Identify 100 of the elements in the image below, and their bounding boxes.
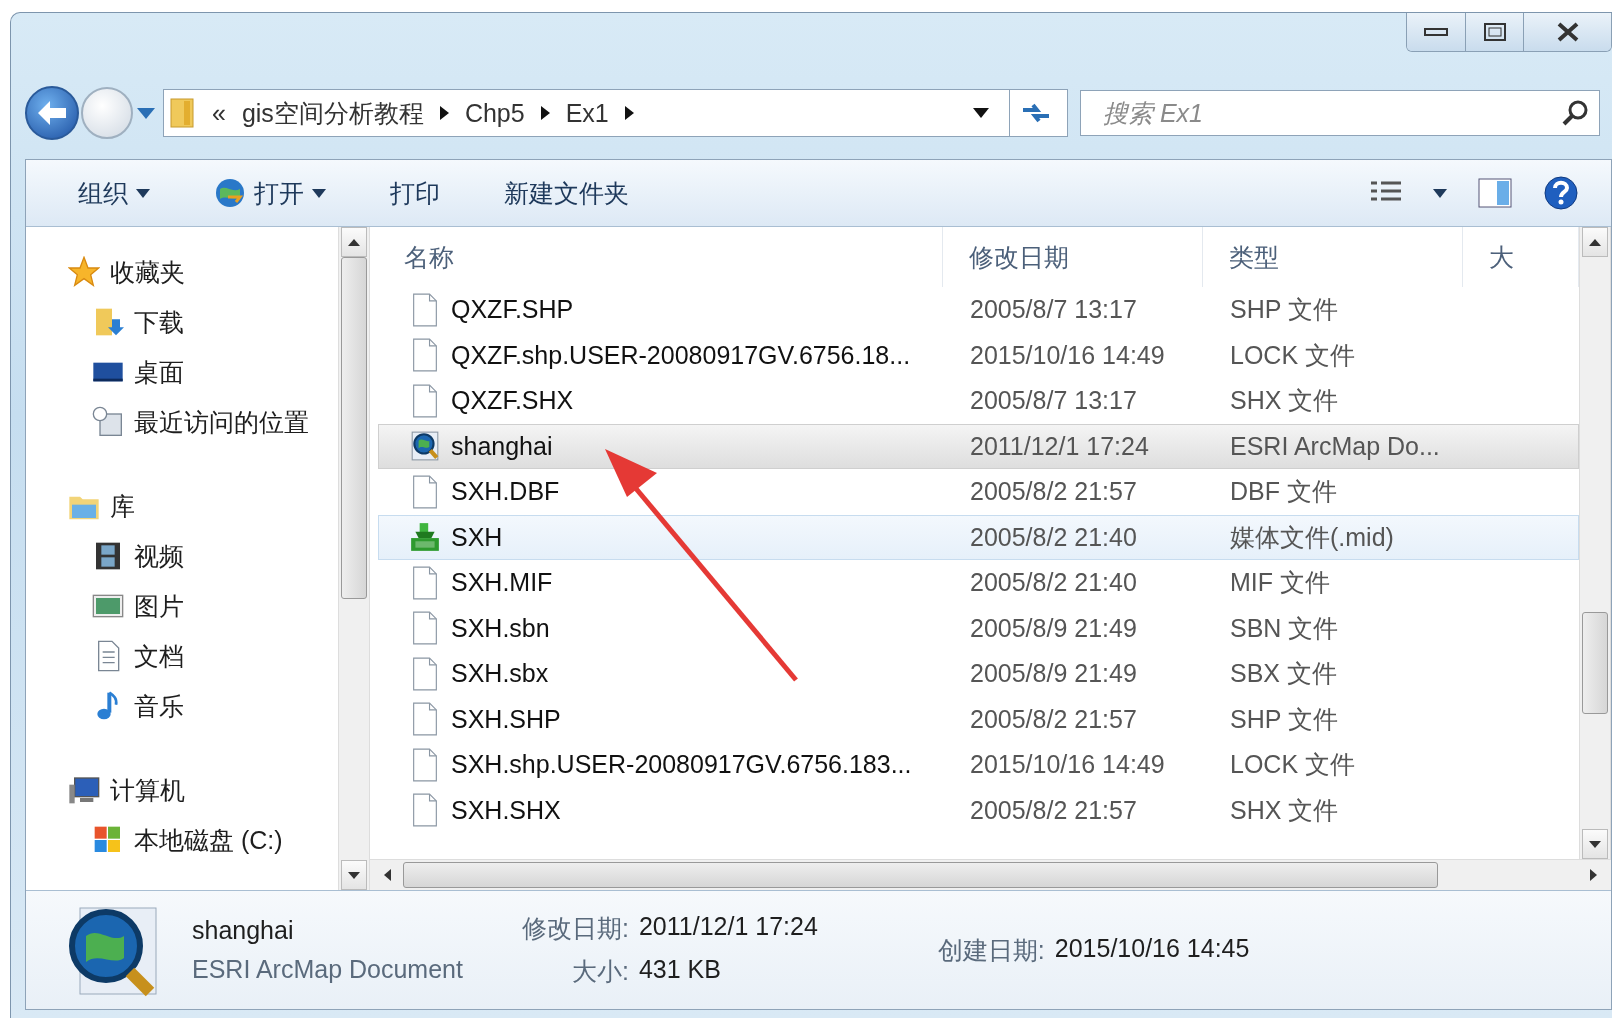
column-header[interactable]: 类型 xyxy=(1203,227,1463,287)
nav-item[interactable]: 最近访问的位置 xyxy=(92,397,338,447)
detail-value: 2015/10/16 14:45 xyxy=(1054,933,1250,964)
caret-right-icon xyxy=(1590,869,1597,881)
file-row[interactable]: SXH.SHP 2005/8/2 21:57 SHP 文件 xyxy=(378,696,1579,742)
search-field[interactable]: 搜索 Ex1 xyxy=(1101,97,1561,129)
back-arrow-icon xyxy=(37,100,67,126)
table-cell-text: 媒体文件(.mid) xyxy=(1229,521,1395,553)
nav-item[interactable]: 收藏夹 xyxy=(68,247,185,297)
table-cell-text: DBF 文件 xyxy=(1229,476,1338,508)
file-row[interactable]: SXH.shp.USER-20080917GV.6756.183... 2015/10/16 14:49 LOCK 文件 xyxy=(378,742,1579,788)
nav-item[interactable]: 本地磁盘 (C:) xyxy=(92,815,338,865)
maximize-button[interactable] xyxy=(1465,13,1523,51)
table-cell-text: 2005/8/7 13:17 xyxy=(969,386,1138,416)
file-row[interactable]: SXH.SHX 2005/8/2 21:57 SHX 文件 xyxy=(378,787,1579,833)
search-box[interactable]: 搜索 Ex1 xyxy=(1080,90,1600,136)
address-dropdown[interactable] xyxy=(973,108,989,118)
history-dropdown[interactable] xyxy=(135,107,157,119)
scroll-thumb[interactable] xyxy=(403,862,1438,888)
file-name: SXH.shp.USER-20080917GV.6756.183... xyxy=(379,747,944,782)
detail-value: 431 KB xyxy=(638,955,722,985)
scrollbar[interactable] xyxy=(1579,227,1611,859)
detail-label: 修改日期: xyxy=(522,913,629,944)
nav-item[interactable]: 图片 xyxy=(92,581,338,631)
scroll-thumb[interactable] xyxy=(341,257,367,599)
nav-item[interactable]: 视频 xyxy=(92,531,338,581)
folder-icon xyxy=(170,97,196,129)
caret-left-icon xyxy=(384,869,391,881)
minimize-button[interactable] xyxy=(1407,13,1465,51)
column-header[interactable]: 名称 xyxy=(378,227,943,287)
file-row[interactable]: SXH.sbn 2005/8/9 21:49 SBN 文件 xyxy=(378,605,1579,651)
computer-icon xyxy=(68,774,100,806)
scroll-up-button[interactable] xyxy=(341,227,367,257)
table-cell-text: 2011/12/1 17:24 xyxy=(969,431,1150,461)
back-button[interactable] xyxy=(25,86,79,140)
file-row[interactable]: SXH 2005/8/2 21:40 媒体文件(.mid) xyxy=(378,514,1579,560)
file-row[interactable]: SXH.sbx 2005/8/9 21:49 SBX 文件 xyxy=(378,651,1579,697)
file-name: QXZF.SHX xyxy=(379,383,944,418)
close-button[interactable] xyxy=(1523,13,1611,51)
table-cell-text: 2015/10/16 14:49 xyxy=(969,340,1166,370)
scrollbar[interactable] xyxy=(338,227,370,890)
breadcrumb[interactable]: Chp5 xyxy=(464,98,525,128)
table-cell-text: 2005/8/2 21:40 xyxy=(969,522,1138,552)
detail-value: 2011/12/1 17:24 xyxy=(638,912,818,942)
help-icon xyxy=(1543,175,1579,211)
file-name: SXH.SHX xyxy=(379,793,944,828)
preview-pane-icon xyxy=(1477,177,1513,209)
table-cell-text: SHX 文件 xyxy=(1229,385,1340,417)
file-name: SXH.sbx xyxy=(379,656,944,691)
table-cell-text: LOCK 文件 xyxy=(1229,339,1357,371)
globe-icon xyxy=(214,177,246,209)
table-cell-text: SHX 文件 xyxy=(1229,794,1340,826)
address-bar[interactable]: « gis空间分析教程 Chp5 Ex1 xyxy=(163,89,1068,137)
table-cell-text: SHP 文件 xyxy=(1229,703,1339,735)
file-row[interactable]: shanghai 2011/12/1 17:24 ESRI ArcMap Do... xyxy=(378,423,1579,469)
scroll-down-button[interactable] xyxy=(341,860,367,890)
file-name: shanghai xyxy=(379,429,944,464)
file-row[interactable]: QXZF.SHX 2005/8/7 13:17 SHX 文件 xyxy=(378,378,1579,424)
file-row[interactable]: QXZF.shp.USER-20080917GV.6756.18... 2015/10/16 14:49 LOCK 文件 xyxy=(378,332,1579,378)
file-name: QXZF.shp.USER-20080917GV.6756.18... xyxy=(379,338,944,373)
nav-item[interactable]: 桌面 xyxy=(92,347,338,397)
file-name: SXH.sbn xyxy=(379,611,944,646)
table-cell-text: MIF 文件 xyxy=(1229,567,1331,599)
column-header[interactable]: 修改日期 xyxy=(943,227,1203,287)
detail-label: 大小: xyxy=(571,956,629,987)
toolbar-button[interactable]: 组织 xyxy=(66,170,162,216)
star-icon xyxy=(68,256,100,288)
breadcrumb-arrow-icon xyxy=(439,106,449,120)
breadcrumb-overflow[interactable]: « xyxy=(212,98,226,128)
search-icon xyxy=(1561,99,1589,127)
nav-item[interactable]: 文档 xyxy=(92,631,338,681)
scroll-thumb[interactable] xyxy=(1582,612,1608,714)
toolbar-button[interactable]: 新建文件夹 xyxy=(492,170,641,216)
table-cell-text: 2005/8/9 21:49 xyxy=(969,613,1138,643)
file-row[interactable]: SXH.MIF 2005/8/2 21:40 MIF 文件 xyxy=(378,560,1579,606)
nav-item[interactable]: 下载 xyxy=(92,297,338,347)
breadcrumb[interactable]: Ex1 xyxy=(565,98,609,128)
scroll-down-button[interactable] xyxy=(1582,829,1608,859)
table-cell-text: 2015/10/16 14:49 xyxy=(969,750,1166,780)
caret-up-icon xyxy=(1589,238,1601,246)
file-row[interactable]: SXH.DBF 2005/8/2 21:57 DBF 文件 xyxy=(378,469,1579,515)
breadcrumb-arrow-icon xyxy=(624,106,634,120)
caret-down-icon xyxy=(348,871,360,879)
table-cell-text: SBX 文件 xyxy=(1229,658,1338,690)
file-name: SXH xyxy=(379,520,944,555)
breadcrumb[interactable]: gis空间分析教程 xyxy=(241,96,424,130)
globe-magnifier-icon xyxy=(409,429,441,464)
nav-item[interactable]: 库 xyxy=(68,481,135,531)
table-cell-text: SBN 文件 xyxy=(1229,612,1340,644)
toolbar-button[interactable]: 打印 xyxy=(378,170,452,216)
file-row[interactable]: QXZF.SHP 2005/8/7 13:17 SHP 文件 xyxy=(378,287,1579,333)
nav-item[interactable]: 音乐 xyxy=(92,681,338,731)
file-name: SXH.SHP xyxy=(379,702,944,737)
caret-icon xyxy=(1433,188,1447,198)
close-icon xyxy=(1555,21,1580,43)
scroll-up-button[interactable] xyxy=(1582,227,1608,257)
toolbar-button[interactable]: 打开 xyxy=(202,170,338,216)
table-cell-text: 2005/8/2 21:57 xyxy=(969,795,1138,825)
nav-item[interactable]: 计算机 xyxy=(68,765,185,815)
horizontal-scrollbar[interactable] xyxy=(370,859,1611,890)
